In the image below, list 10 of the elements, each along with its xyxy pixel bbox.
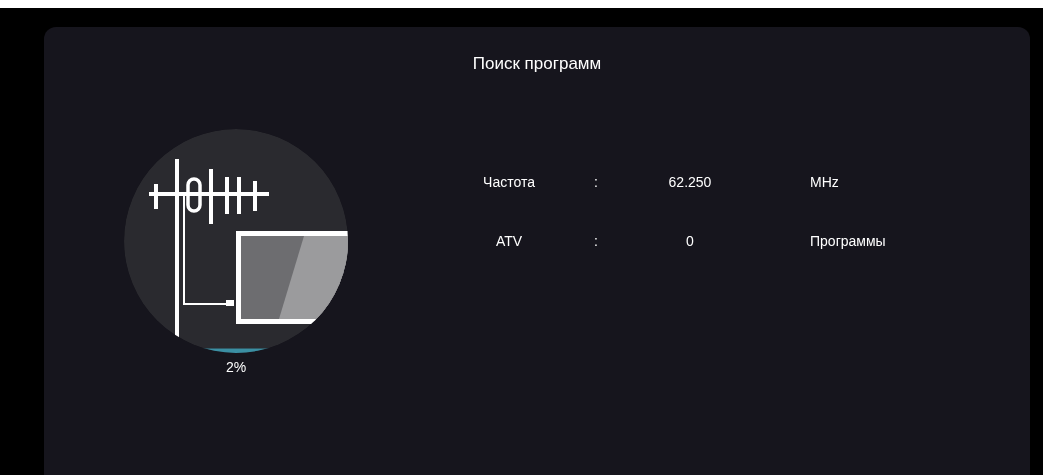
progress-percentage: 2% bbox=[225, 357, 247, 377]
unit-label: Программы bbox=[810, 233, 886, 249]
separator-colon: : bbox=[594, 173, 598, 192]
field-label: ATV bbox=[495, 232, 523, 251]
field-value: 62.250 bbox=[668, 173, 712, 192]
field-value: 0 bbox=[686, 232, 694, 251]
unit-label: MHz bbox=[810, 174, 839, 190]
field-label: Частота bbox=[483, 173, 535, 192]
separator-colon: : bbox=[594, 232, 598, 251]
dialog-title: Поиск программ bbox=[472, 53, 602, 75]
